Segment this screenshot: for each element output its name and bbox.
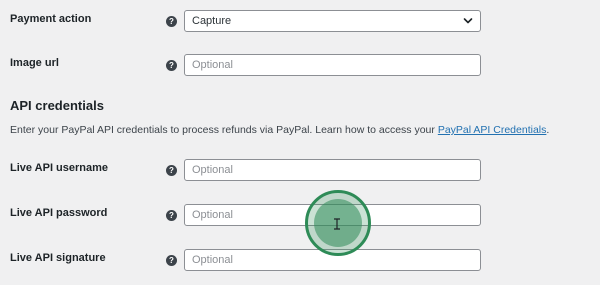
live-api-username-input[interactable] xyxy=(184,159,481,181)
live-api-username-label: Live API username xyxy=(10,162,109,174)
settings-page: Payment action ? Capture Image url ? API… xyxy=(0,0,600,285)
help-icon[interactable]: ? xyxy=(166,210,177,221)
description-suffix: . xyxy=(546,124,550,136)
chevron-down-icon xyxy=(463,18,473,24)
live-api-signature-label: Live API signature xyxy=(10,252,106,264)
api-credentials-description: Enter your PayPal API credentials to pro… xyxy=(10,124,549,136)
image-url-row: Image url ? xyxy=(0,54,600,78)
help-icon[interactable]: ? xyxy=(166,60,177,71)
help-icon[interactable]: ? xyxy=(166,165,177,176)
live-api-password-label: Live API password xyxy=(10,207,108,219)
help-icon[interactable]: ? xyxy=(166,255,177,266)
image-url-input[interactable] xyxy=(184,54,481,76)
text-cursor-icon xyxy=(334,218,340,230)
live-api-username-row: Live API username ? xyxy=(0,159,600,183)
image-url-label: Image url xyxy=(10,57,59,69)
help-icon[interactable]: ? xyxy=(166,16,177,27)
payment-action-select[interactable]: Capture xyxy=(184,10,481,32)
live-api-signature-row: Live API signature ? xyxy=(0,249,600,273)
api-credentials-title: API credentials xyxy=(10,98,104,113)
payment-action-row: Payment action ? Capture xyxy=(0,10,600,34)
description-text: Enter your PayPal API credentials to pro… xyxy=(10,124,438,136)
live-api-password-row: Live API password ? xyxy=(0,204,600,228)
paypal-api-credentials-link[interactable]: PayPal API Credentials xyxy=(438,124,547,136)
payment-action-label: Payment action xyxy=(10,13,92,25)
payment-action-value: Capture xyxy=(192,15,232,27)
